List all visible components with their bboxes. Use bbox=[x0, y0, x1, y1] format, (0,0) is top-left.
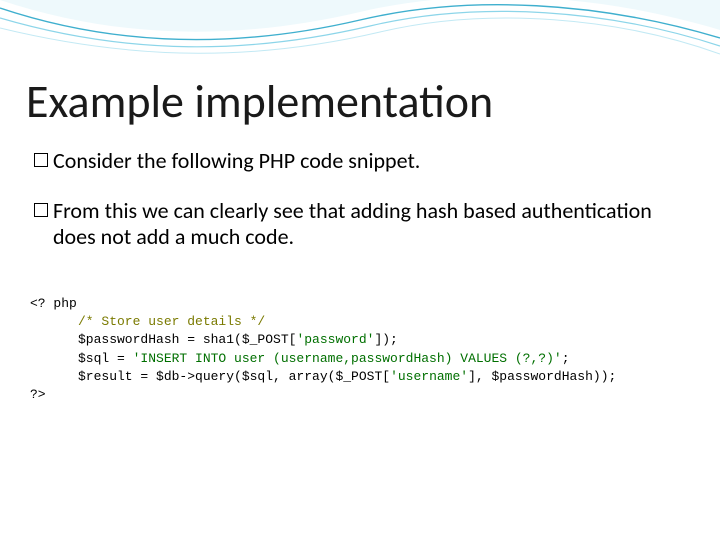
wave-decoration bbox=[0, 0, 720, 64]
slide: Example implementation Consider the foll… bbox=[0, 0, 720, 540]
code-comment: /* Store user details */ bbox=[78, 314, 265, 329]
code-line: $result = $db->query($sql, array($_POST[ bbox=[78, 369, 390, 384]
code-snippet: <? php /* Store user details */ $password… bbox=[30, 295, 616, 404]
code-line: $sql = bbox=[78, 351, 133, 366]
bullet-text: From this we can clearly see that adding… bbox=[53, 198, 674, 250]
square-bullet-icon bbox=[34, 153, 48, 167]
square-bullet-icon bbox=[34, 203, 48, 217]
code-string: 'password' bbox=[296, 332, 374, 347]
slide-body: Consider the following PHP code snippet.… bbox=[34, 148, 674, 274]
code-line: ]); bbox=[374, 332, 397, 347]
bullet-text: Consider the following PHP code snippet. bbox=[53, 148, 674, 174]
code-line: $passwordHash = sha1($_POST[ bbox=[78, 332, 296, 347]
bullet-item: Consider the following PHP code snippet. bbox=[34, 148, 674, 174]
code-string: 'INSERT INTO user (username,passwordHash… bbox=[133, 351, 562, 366]
code-open-tag: <? php bbox=[30, 296, 77, 311]
code-line: ], $passwordHash)); bbox=[468, 369, 616, 384]
code-line: ; bbox=[562, 351, 570, 366]
bullet-item: From this we can clearly see that adding… bbox=[34, 198, 674, 250]
slide-title: Example implementation bbox=[26, 74, 493, 130]
code-close-tag: ?> bbox=[30, 387, 46, 402]
code-string: 'username' bbox=[390, 369, 468, 384]
